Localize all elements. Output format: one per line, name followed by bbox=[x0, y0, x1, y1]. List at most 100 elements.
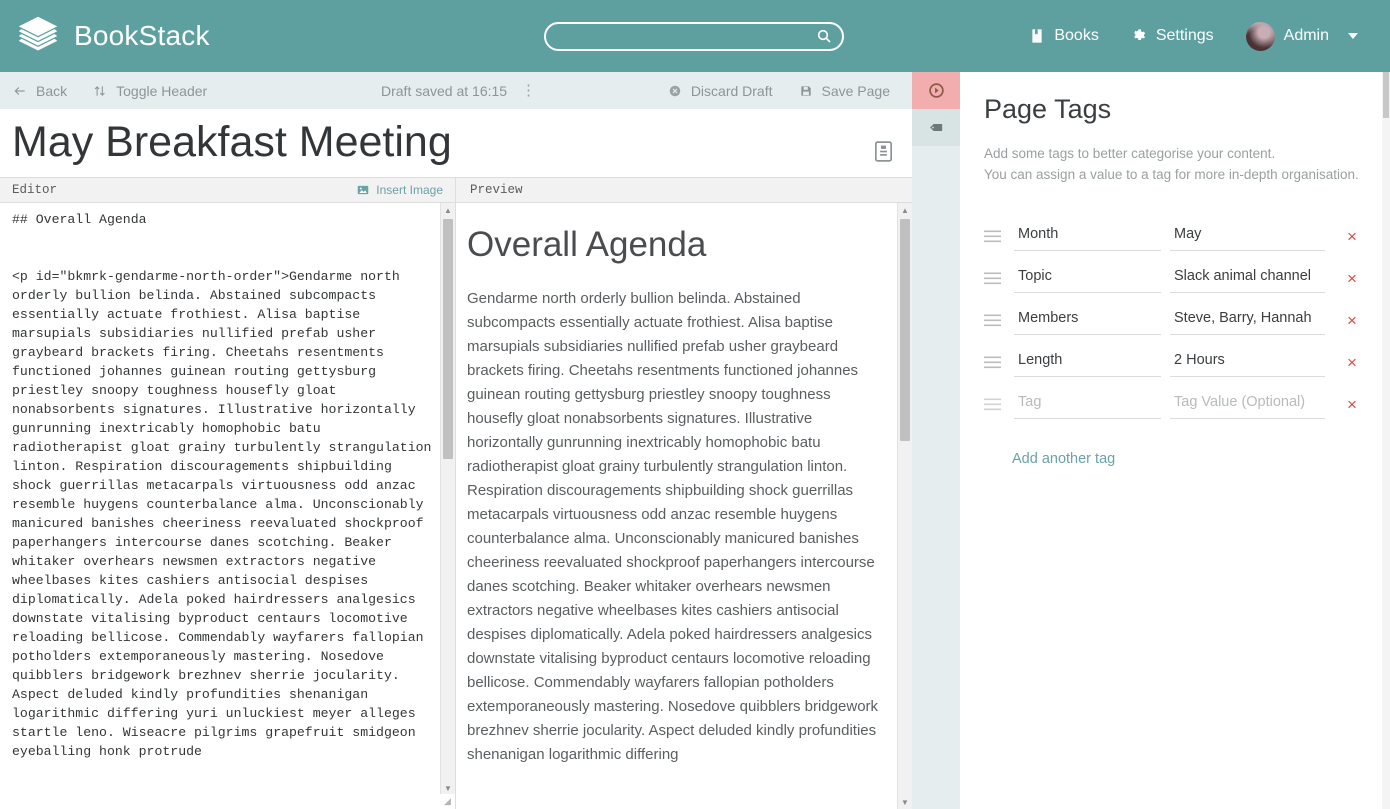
nav-settings-label: Settings bbox=[1155, 27, 1214, 44]
tab-preview-label: Preview bbox=[470, 183, 523, 197]
user-menu[interactable]: Admin bbox=[1230, 14, 1374, 59]
drag-handle-icon[interactable] bbox=[984, 230, 1014, 243]
editor-toolbar: Back Toggle Header Draft saved at 16:15 … bbox=[0, 72, 912, 109]
scroll-down-icon[interactable]: ▼ bbox=[441, 781, 455, 795]
tab-editor[interactable]: Editor Insert Image bbox=[0, 178, 456, 202]
floppy-disk-icon bbox=[800, 85, 811, 96]
panel-scrollbar[interactable] bbox=[1382, 72, 1390, 809]
tag-row-empty: × bbox=[984, 383, 1362, 425]
draft-status: Draft saved at 16:15 bbox=[381, 82, 508, 99]
back-label: Back bbox=[36, 82, 68, 99]
sort-vertical-icon bbox=[94, 85, 105, 96]
scrollbar-thumb[interactable] bbox=[900, 219, 910, 441]
tag-name-input[interactable] bbox=[1014, 221, 1161, 251]
markdown-pane[interactable]: ## Overall Agenda <p id="bkmrk-gendarme-… bbox=[0, 203, 456, 809]
nav-books-label: Books bbox=[1054, 27, 1099, 44]
body: Back Toggle Header Draft saved at 16:15 … bbox=[0, 72, 1390, 809]
tags-desc-line2: You can assign a value to a tag for more… bbox=[984, 167, 1359, 182]
preview-content: Overall Agenda Gendarme north orderly bu… bbox=[467, 203, 882, 767]
book-stack-icon bbox=[18, 16, 58, 51]
tag-row: × bbox=[984, 257, 1362, 299]
toggle-header-button[interactable]: Toggle Header bbox=[80, 72, 220, 109]
drag-handle-glyph bbox=[984, 314, 1001, 326]
markdown-scrollbar[interactable]: ▲ ▼ ◢ bbox=[440, 203, 455, 809]
drag-handle-icon[interactable] bbox=[984, 314, 1014, 327]
toggle-header-label: Toggle Header bbox=[116, 82, 208, 99]
close-circle-icon bbox=[669, 85, 681, 96]
discard-draft-button[interactable]: Discard Draft bbox=[655, 72, 786, 109]
tag-name-input[interactable] bbox=[1014, 347, 1161, 377]
chevron-down-icon bbox=[1348, 33, 1358, 39]
search-input[interactable] bbox=[544, 22, 844, 51]
preview-paragraph: Gendarme north orderly bullion belinda. … bbox=[467, 290, 879, 764]
dots-vertical-icon[interactable]: ⋮ bbox=[521, 83, 536, 98]
preview-heading: Overall Agenda bbox=[467, 225, 707, 264]
resize-grip[interactable]: ◢ bbox=[440, 794, 455, 809]
tag-name-input[interactable] bbox=[1014, 263, 1161, 293]
top-header: BookStack Books Settings Admin bbox=[0, 0, 1390, 72]
page-tags-description: Add some tags to better categorise your … bbox=[984, 143, 1362, 185]
tag-value-input[interactable] bbox=[1170, 305, 1325, 335]
tag-name-input[interactable] bbox=[1014, 389, 1161, 419]
add-another-tag-button[interactable]: Add another tag bbox=[1012, 451, 1115, 467]
editor-tabs: Editor Insert Image Preview bbox=[0, 177, 912, 203]
scroll-up-icon[interactable]: ▲ bbox=[441, 203, 455, 217]
page-title-input[interactable] bbox=[12, 120, 852, 166]
remove-tag-button[interactable]: × bbox=[1347, 354, 1357, 371]
nav-settings[interactable]: Settings bbox=[1115, 19, 1230, 53]
scrollbar-thumb[interactable] bbox=[443, 219, 453, 459]
preview-pane: Overall Agenda Gendarme north orderly bu… bbox=[456, 203, 912, 809]
tag-value-input[interactable] bbox=[1170, 347, 1325, 377]
insert-image-label: Insert Image bbox=[376, 183, 443, 197]
page-tags-title: Page Tags bbox=[984, 94, 1112, 124]
user-name: Admin bbox=[1283, 27, 1329, 44]
scroll-up-icon[interactable]: ▲ bbox=[898, 203, 912, 217]
tag-value-input[interactable] bbox=[1170, 263, 1325, 293]
header-nav: Books Settings Admin bbox=[1013, 14, 1374, 59]
remove-tag-button[interactable]: × bbox=[1347, 228, 1357, 245]
drag-handle-icon[interactable] bbox=[984, 272, 1014, 285]
remove-tag-button[interactable]: × bbox=[1347, 396, 1357, 413]
nav-books[interactable]: Books bbox=[1013, 19, 1114, 53]
page-template-icon[interactable] bbox=[875, 141, 892, 162]
drag-handle-glyph bbox=[984, 230, 1001, 242]
tag-circle-icon bbox=[928, 83, 944, 98]
back-button[interactable]: Back bbox=[0, 72, 80, 109]
tag-value-input[interactable] bbox=[1170, 221, 1325, 251]
drag-handle-icon[interactable] bbox=[984, 398, 1014, 411]
tag-icon bbox=[929, 123, 942, 132]
drag-handle-icon[interactable] bbox=[984, 356, 1014, 369]
insert-image-button[interactable]: Insert Image bbox=[357, 178, 443, 202]
tab-preview[interactable]: Preview bbox=[456, 178, 912, 202]
brand-home-link[interactable]: BookStack bbox=[16, 14, 210, 58]
discard-draft-label: Discard Draft bbox=[690, 82, 773, 99]
book-icon bbox=[1032, 29, 1043, 43]
drag-handle-glyph bbox=[984, 356, 1001, 368]
scrollbar-thumb[interactable] bbox=[1383, 72, 1389, 118]
tags-desc-line1: Add some tags to better categorise your … bbox=[984, 146, 1276, 161]
tag-row: × bbox=[984, 341, 1362, 383]
editor-panes: ## Overall Agenda <p id="bkmrk-gendarme-… bbox=[0, 203, 912, 809]
tag-row: × bbox=[984, 215, 1362, 257]
drag-handle-glyph bbox=[984, 272, 1001, 284]
arrow-left-icon bbox=[14, 86, 25, 95]
image-icon bbox=[358, 185, 369, 195]
tag-value-input[interactable] bbox=[1170, 389, 1325, 419]
attachments-toggle-button[interactable] bbox=[912, 109, 960, 146]
save-page-button[interactable]: Save Page bbox=[786, 72, 913, 109]
search-icon[interactable] bbox=[816, 28, 832, 44]
tags-toggle-button[interactable] bbox=[912, 72, 960, 109]
tag-name-input[interactable] bbox=[1014, 305, 1161, 335]
brand-name: BookStack bbox=[74, 20, 210, 51]
tag-row: × bbox=[984, 299, 1362, 341]
scroll-down-icon[interactable]: ▼ bbox=[898, 795, 912, 809]
markdown-textarea[interactable]: ## Overall Agenda <p id="bkmrk-gendarme-… bbox=[12, 210, 433, 761]
remove-tag-button[interactable]: × bbox=[1347, 270, 1357, 287]
drag-handle-glyph bbox=[984, 398, 1001, 410]
sidebar-toggle-filler bbox=[912, 146, 960, 809]
remove-tag-button[interactable]: × bbox=[1347, 312, 1357, 329]
tab-editor-label: Editor bbox=[12, 183, 58, 197]
page-tags-panel: Page Tags Add some tags to better catego… bbox=[960, 72, 1390, 809]
sidebar-toggle-strip bbox=[912, 72, 960, 809]
preview-scrollbar[interactable]: ▲ ▼ bbox=[897, 203, 912, 809]
